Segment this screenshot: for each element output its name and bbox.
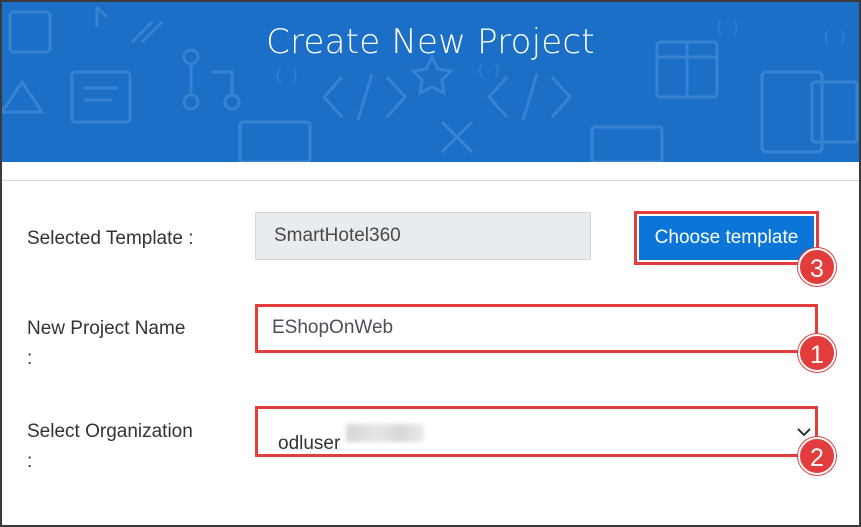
header-banner: { } { } { } { } Create New Project	[2, 2, 859, 162]
divider	[2, 180, 859, 181]
step-badge-3: 3	[798, 248, 836, 286]
svg-text:{ }: { }	[476, 63, 501, 79]
organization-label: Select Organization	[27, 421, 193, 442]
step-badge-1: 1	[798, 334, 836, 372]
page-title: Create New Project	[266, 22, 595, 62]
step-badge-2: 2	[798, 437, 836, 475]
project-name-label: New Project Name	[27, 318, 186, 339]
chevron-down-icon	[797, 428, 811, 437]
project-name-label-colon: :	[27, 348, 33, 369]
project-name-input[interactable]: EShopOnWeb	[258, 307, 815, 351]
svg-text:{ }: { }	[274, 68, 299, 84]
organization-label-colon: :	[27, 451, 33, 472]
redacted-text	[346, 424, 424, 442]
create-project-dialog: { } { } { } { } Create New Project Selec…	[0, 0, 861, 527]
template-field: SmartHotel360	[255, 212, 591, 260]
organization-selected-value: odluser	[278, 433, 341, 454]
template-label: Selected Template :	[27, 228, 194, 249]
organization-select[interactable]: odluser	[258, 409, 815, 454]
choose-template-button[interactable]: Choose template	[637, 214, 816, 262]
